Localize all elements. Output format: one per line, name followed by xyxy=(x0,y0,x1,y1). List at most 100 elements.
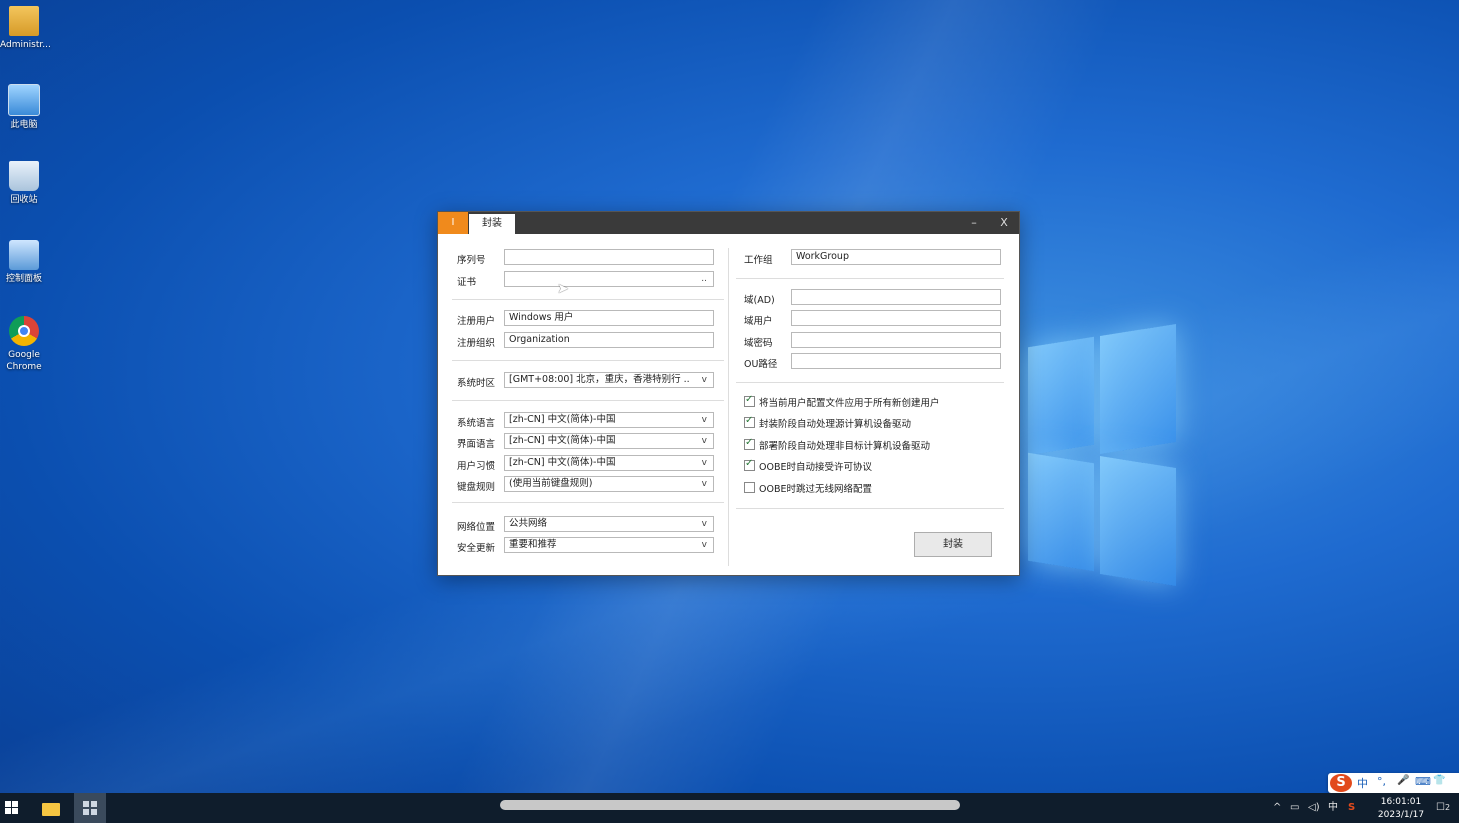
skip-wireless-checkbox[interactable] xyxy=(744,482,755,493)
cert-label: 证书 xyxy=(457,277,477,288)
serial-input[interactable] xyxy=(504,249,714,265)
ime-toolbar[interactable]: S 中 °, 🎤 ⌨ 👕 xyxy=(1328,773,1459,793)
input-language-indicator[interactable]: 中 xyxy=(1328,793,1338,823)
desktop-icon-this-pc[interactable]: 此电脑 xyxy=(0,84,48,131)
tab-seal[interactable]: 封装 xyxy=(469,214,515,234)
user-locale-select[interactable]: [zh-CN] 中文(简体)-中国 v xyxy=(504,455,714,471)
skip-wireless-label: OOBE时跳过无线网络配置 xyxy=(759,484,872,495)
desktop-icon-recycle-bin[interactable]: 回收站 xyxy=(0,161,48,206)
title-bar[interactable]: I 封装 – X xyxy=(438,212,1019,234)
keyboard-select[interactable]: (使用当前键盘规则) v xyxy=(504,476,714,492)
network-value: 公共网络 xyxy=(509,518,548,529)
close-button[interactable]: X xyxy=(994,212,1014,234)
network-icon[interactable]: ▭ xyxy=(1290,793,1299,823)
clock[interactable]: 16:01:01 2023/1/17 xyxy=(1370,796,1432,822)
ui-lang-label: 界面语言 xyxy=(457,439,496,450)
network-select[interactable]: 公共网络 v xyxy=(504,516,714,532)
update-label: 安全更新 xyxy=(457,543,496,554)
keyboard-icon[interactable]: ⌨ xyxy=(1415,775,1431,788)
computer-icon xyxy=(8,84,40,116)
desktop-icon-control-panel[interactable]: 控制面板 xyxy=(0,240,48,285)
reg-org-input[interactable]: Organization xyxy=(504,332,714,348)
seal-dialog: I 封装 – X 序列号 证书 .. 注册用户 Windows 用户 注册组织 … xyxy=(437,211,1020,576)
deploy-drivers-checkbox[interactable] xyxy=(744,437,755,450)
cert-input[interactable]: .. xyxy=(504,271,714,287)
chevron-down-icon: v xyxy=(701,436,707,446)
divider xyxy=(452,299,724,300)
workgroup-label: 工作组 xyxy=(744,255,773,266)
sogou-tray-icon[interactable]: S xyxy=(1348,793,1355,823)
clock-date: 2023/1/17 xyxy=(1377,810,1425,820)
chevron-down-icon: v xyxy=(701,375,707,385)
clock-time: 16:01:01 xyxy=(1380,797,1422,807)
apply-profile-checkbox[interactable] xyxy=(744,394,755,407)
domain-user-input[interactable] xyxy=(791,310,1001,326)
seal-drivers-label: 封装阶段自动处理源计算机设备驱动 xyxy=(759,419,912,430)
column-divider xyxy=(728,248,729,566)
ou-path-input[interactable] xyxy=(791,353,1001,369)
update-select[interactable]: 重要和推荐 v xyxy=(504,537,714,553)
mouse-cursor-icon: ➤ xyxy=(557,281,569,297)
desktop-icon-label: 控制面板 xyxy=(5,274,42,284)
sys-lang-value: [zh-CN] 中文(简体)-中国 xyxy=(509,414,616,425)
domain-password-label: 域密码 xyxy=(744,338,773,349)
accept-eula-checkbox[interactable] xyxy=(744,458,755,471)
user-folder-icon xyxy=(9,6,39,36)
taskbar: ^ ▭ ◁) 中 S 16:01:01 2023/1/17 ☐2 xyxy=(0,793,1459,823)
reg-org-label: 注册组织 xyxy=(457,338,496,349)
windows-logo-wallpaper xyxy=(1028,322,1176,594)
reg-user-label: 注册用户 xyxy=(457,316,496,327)
chevron-down-icon: v xyxy=(701,479,707,489)
ui-lang-select[interactable]: [zh-CN] 中文(简体)-中国 v xyxy=(504,433,714,449)
seal-button[interactable]: 封装 xyxy=(914,532,992,557)
chevron-down-icon: v xyxy=(701,540,707,550)
serial-label: 序列号 xyxy=(457,255,486,266)
chrome-icon xyxy=(9,316,39,346)
windows-start-icon[interactable] xyxy=(5,801,19,815)
browse-button[interactable]: .. xyxy=(701,272,707,286)
divider xyxy=(452,502,724,503)
workgroup-input[interactable]: WorkGroup xyxy=(791,249,1001,265)
timezone-select[interactable]: [GMT+08:00] 北京，重庆，香港特别行 .. v xyxy=(504,372,714,388)
ime-punctuation-toggle[interactable]: °, xyxy=(1377,775,1386,788)
sogou-logo-icon[interactable]: S xyxy=(1330,774,1352,792)
seal-drivers-checkbox[interactable] xyxy=(744,415,755,428)
volume-icon[interactable]: ◁) xyxy=(1308,793,1320,823)
deploy-drivers-label: 部署阶段自动处理非目标计算机设备驱动 xyxy=(759,441,931,452)
horizontal-scrollbar[interactable] xyxy=(500,800,960,810)
ui-lang-value: [zh-CN] 中文(简体)-中国 xyxy=(509,435,616,446)
desktop-icon-label: 回收站 xyxy=(10,195,38,205)
ou-path-label: OU路径 xyxy=(744,359,778,370)
domain-password-input[interactable] xyxy=(791,332,1001,348)
tray-overflow-icon[interactable]: ^ xyxy=(1273,793,1281,823)
file-explorer-icon[interactable] xyxy=(40,797,62,819)
minimize-button[interactable]: – xyxy=(964,212,984,234)
user-locale-label: 用户习惯 xyxy=(457,461,496,472)
network-label: 网络位置 xyxy=(457,522,496,533)
timezone-value: [GMT+08:00] 北京，重庆，香港特别行 .. xyxy=(509,374,690,385)
desktop-icon-google-chrome[interactable]: Google Chrome xyxy=(0,316,48,373)
desktop-icon-label: 此电脑 xyxy=(10,120,38,130)
divider xyxy=(452,360,724,361)
chevron-down-icon: v xyxy=(701,415,707,425)
accept-eula-label: OOBE时自动接受许可协议 xyxy=(759,462,872,473)
keyboard-value: (使用当前键盘规则) xyxy=(509,478,593,489)
keyboard-label: 键盘规则 xyxy=(457,482,496,493)
reg-user-input[interactable]: Windows 用户 xyxy=(504,310,714,326)
chevron-down-icon: v xyxy=(701,519,707,529)
microphone-icon[interactable]: 🎤 xyxy=(1397,775,1409,786)
notification-center-icon[interactable]: ☐2 xyxy=(1436,793,1450,823)
timezone-label: 系统时区 xyxy=(457,378,496,389)
divider xyxy=(736,508,1004,509)
taskbar-app-button[interactable] xyxy=(74,793,106,823)
ime-mode-toggle[interactable]: 中 xyxy=(1357,775,1368,791)
desktop-icon-label: Google Chrome xyxy=(6,350,42,372)
tab-i[interactable]: I xyxy=(438,212,468,234)
chevron-down-icon: v xyxy=(701,458,707,468)
skin-icon[interactable]: 👕 xyxy=(1433,775,1445,786)
divider xyxy=(736,278,1004,279)
notification-count: 2 xyxy=(1444,803,1451,812)
desktop-icon-administrator[interactable]: Administr... xyxy=(0,6,51,51)
domain-input[interactable] xyxy=(791,289,1001,305)
sys-lang-select[interactable]: [zh-CN] 中文(简体)-中国 v xyxy=(504,412,714,428)
